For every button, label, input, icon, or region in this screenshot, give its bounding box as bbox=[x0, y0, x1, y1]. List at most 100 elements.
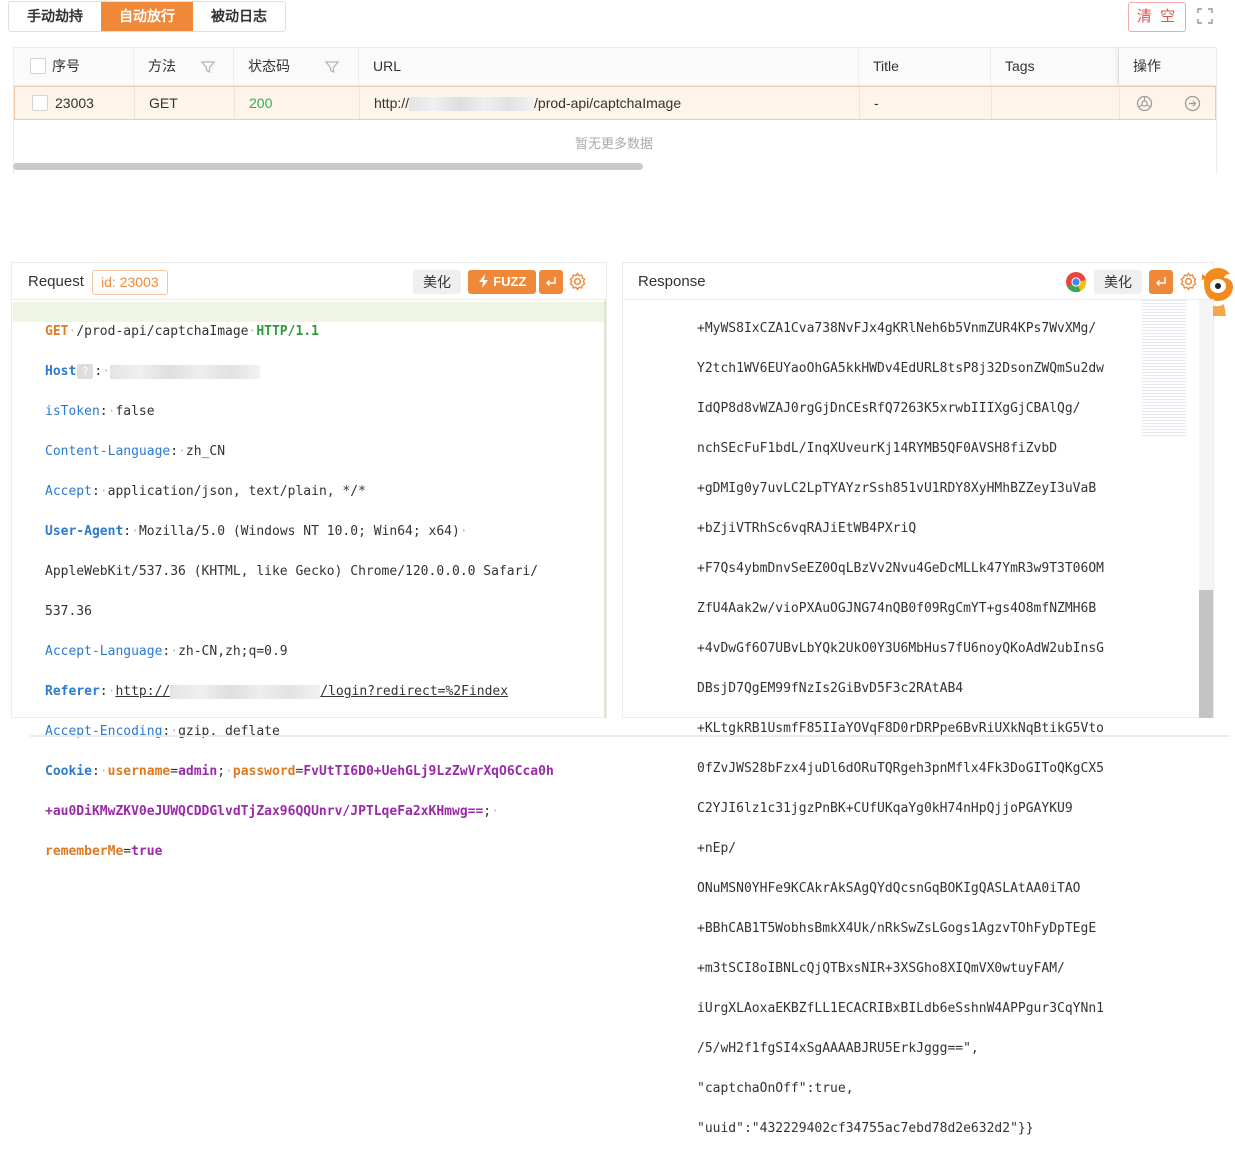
accept-language-value: zh-CN,zh;q=0.9 bbox=[178, 644, 288, 659]
response-line: +MyWS8IxCZA1Cva738NvFJx4gKRlNeh6b5VnmZUR… bbox=[697, 321, 1097, 336]
help-icon[interactable]: ? bbox=[77, 364, 94, 379]
cookie-username-key: username bbox=[107, 764, 171, 779]
tab-auto-release[interactable]: 自动放行 bbox=[101, 2, 193, 31]
expand-icon[interactable] bbox=[1196, 7, 1214, 25]
filter-icon[interactable] bbox=[200, 59, 216, 75]
request-scroll-indicator bbox=[604, 300, 606, 718]
browser-icon[interactable] bbox=[1136, 95, 1153, 112]
chrome-icon[interactable] bbox=[1065, 271, 1087, 293]
url-path: /prod-api/captchaImage bbox=[534, 95, 682, 111]
header-method: 方法 bbox=[134, 48, 234, 85]
response-line: IdQP8d8vWZAJ0rgGjDnCEsRfQ7263K5xrwbIIIXg… bbox=[697, 401, 1081, 416]
host-key: Host bbox=[45, 364, 77, 379]
table-header: 序号 方法 状态码 URL Title Tags 操作 bbox=[14, 48, 1216, 86]
req-path: /prod-api/captchaImage bbox=[76, 324, 249, 339]
cookie-key: Cookie bbox=[45, 764, 92, 779]
redacted-host bbox=[170, 684, 321, 699]
accept-value: application/json, text/plain, */* bbox=[107, 484, 366, 499]
cell-method: GET bbox=[135, 87, 235, 119]
fuzz-label: FUZZ bbox=[493, 274, 527, 289]
redacted-host bbox=[409, 97, 535, 112]
request-id-tag: id: 23003 bbox=[92, 270, 168, 295]
response-line: +gDMIg0y7uvLC2LpTYAYzrSsh851vU1RDY8XyHMh… bbox=[697, 481, 1097, 496]
header-method-label: 方法 bbox=[148, 58, 176, 74]
referer-link[interactable]: http:// /login?redirect=%2Findex bbox=[115, 684, 508, 699]
content-language-value: zh_CN bbox=[185, 444, 226, 459]
user-agent-value-end: 537.36 bbox=[45, 604, 92, 619]
response-line: /5/wH2f1fgSI4xSgAAAABJRU5ErkJggg==", bbox=[697, 1041, 979, 1056]
cell-tags bbox=[992, 87, 1120, 119]
response-line: +bZjiVTRhSc6vqRAJiEtWB4PXriQ bbox=[697, 521, 917, 536]
row-checkbox[interactable] bbox=[32, 95, 48, 111]
header-title: Title bbox=[859, 48, 991, 85]
response-line-last: "uuid":"432229402cf34755ac7ebd78d2e632d2… bbox=[697, 1121, 1034, 1136]
istoken-key: isToken bbox=[45, 404, 100, 419]
referer-prefix: http:// bbox=[115, 684, 171, 699]
table-row[interactable]: 23003 GET 200 http:// /prod-api/captchaIm… bbox=[14, 86, 1216, 120]
response-line: ZfU4Aak2w/vioPXAuOGJNG74nQB0f09RgCmYT+gs… bbox=[697, 601, 1097, 616]
response-line: +4vDwGf6O7UBvLbYQk2UkO0Y3U6MbHus7fU6noyQ… bbox=[697, 641, 1104, 656]
response-line: DBsjD7QgEM99fNzIs2GiBvD5F3c2RAtAB4 bbox=[697, 681, 964, 696]
response-title: Response bbox=[638, 273, 706, 290]
traffic-table: 序号 方法 状态码 URL Title Tags 操作 23003 GET 20… bbox=[13, 47, 1217, 174]
response-editor[interactable]: +MyWS8IxCZA1Cva738NvFJx4gKRlNeh6b5VnmZUR… bbox=[697, 299, 1104, 1159]
response-line: +F7Qs4ybmDnvSeEZ0OqLBzVv2Nvu4GeDcMLLk47Y… bbox=[697, 561, 1104, 576]
accept-key: Accept bbox=[45, 484, 92, 499]
response-send-button[interactable] bbox=[1149, 270, 1173, 294]
header-status: 状态码 bbox=[234, 48, 359, 85]
cookie-username-value: admin bbox=[178, 764, 218, 779]
response-line: iUrgXLAoxaEKBZfLL1ECACRIBxBILdb6eSshnW4A… bbox=[697, 1001, 1104, 1016]
enter-icon bbox=[1155, 277, 1166, 287]
req-version: HTTP/1.1 bbox=[256, 324, 319, 339]
horizontal-scrollbar[interactable] bbox=[13, 163, 643, 170]
user-agent-value-cont: AppleWebKit/537.36 (KHTML, like Gecko) C… bbox=[45, 564, 539, 579]
settings-icon[interactable] bbox=[1179, 272, 1198, 291]
request-title: Request bbox=[28, 273, 84, 290]
header-status-label: 状态码 bbox=[248, 58, 290, 74]
settings-icon[interactable] bbox=[568, 272, 587, 291]
req-method: GET bbox=[45, 324, 69, 339]
response-line: "captchaOnOff":true, bbox=[697, 1081, 854, 1096]
tab-passive-log[interactable]: 被动日志 bbox=[193, 2, 285, 31]
clear-button[interactable]: 清 空 bbox=[1128, 2, 1186, 32]
cell-title: - bbox=[860, 87, 992, 119]
select-all-checkbox[interactable] bbox=[30, 58, 46, 74]
tab-manual-intercept[interactable]: 手动劫持 bbox=[9, 2, 101, 31]
response-line: +nEp/ bbox=[697, 841, 737, 856]
cell-index: 23003 bbox=[15, 87, 135, 119]
filter-icon[interactable] bbox=[324, 59, 340, 75]
response-line: Y2tch1WV6EUYaoOhGA5kkHWDv4EdURL8tsP8j32D… bbox=[697, 361, 1104, 376]
cookie-password-value: FvUtTI6D0+UehGLj9LzZwVrXqO6Cca0h bbox=[303, 764, 554, 779]
response-line: +BBhCAB1T5WobhsBmkX4Uk/nRkSwZsLGogs1Agzv… bbox=[697, 921, 1097, 936]
fuzz-button[interactable]: FUZZ bbox=[468, 270, 536, 294]
referer-path: /login?redirect=%2Findex bbox=[320, 684, 509, 699]
user-agent-key: User-Agent bbox=[45, 524, 124, 539]
response-line: C2YJI6lz1c31jgzPnBK+CUfUKqaYg0kH74nHpQjj… bbox=[697, 801, 1073, 816]
cookie-rememberme-value: true bbox=[131, 844, 163, 859]
accept-language-key: Accept-Language bbox=[45, 644, 163, 659]
response-line: nchSEcFuF1bdL/InqXUveurKj14RYMB5QF0AVSH8… bbox=[697, 441, 1058, 456]
mode-tabs: 手动劫持 自动放行 被动日志 bbox=[8, 1, 286, 32]
header-url: URL bbox=[359, 48, 859, 85]
response-minimap[interactable] bbox=[1142, 300, 1186, 436]
response-line: ONuMSN0YHFe9KCAkrAkSAgQYdQcsnGqBOKIgQASL… bbox=[697, 881, 1081, 896]
response-line: 0fZvJWS28bFzx4juDl6dORuTQRgeh3pnMflx4Fk3… bbox=[697, 761, 1104, 776]
row-index: 23003 bbox=[55, 95, 94, 111]
redacted-host bbox=[109, 364, 260, 379]
bottom-divider bbox=[30, 735, 1230, 737]
send-button[interactable] bbox=[539, 270, 563, 294]
response-scrollbar[interactable] bbox=[1199, 590, 1213, 718]
request-beautify-button[interactable]: 美化 bbox=[413, 270, 461, 294]
no-more-data: 暂无更多数据 bbox=[574, 136, 653, 151]
cookie-password-value-cont: +au0DiKMwZKV0eJUWQCDDGlvdTjZax96QQUnrv/J… bbox=[45, 804, 484, 819]
istoken-value: false bbox=[115, 404, 155, 419]
url-prefix: http:// bbox=[374, 95, 410, 111]
response-line: +m3tSCI8oIBNLcQjQTBxsNIR+3XSGho8XIQmVX0w… bbox=[697, 961, 1065, 976]
header-tags: Tags bbox=[991, 48, 1119, 85]
user-agent-value: Mozilla/5.0 (Windows NT 10.0; Win64; x64… bbox=[138, 524, 460, 539]
cookie-rememberme-key: rememberMe bbox=[45, 844, 124, 859]
arrow-circle-icon[interactable] bbox=[1184, 95, 1201, 112]
request-editor[interactable]: GET·/prod-api/captchaImage·HTTP/1.1 Host… bbox=[45, 302, 554, 882]
header-index: 序号 bbox=[14, 48, 134, 85]
response-beautify-button[interactable]: 美化 bbox=[1094, 270, 1142, 294]
